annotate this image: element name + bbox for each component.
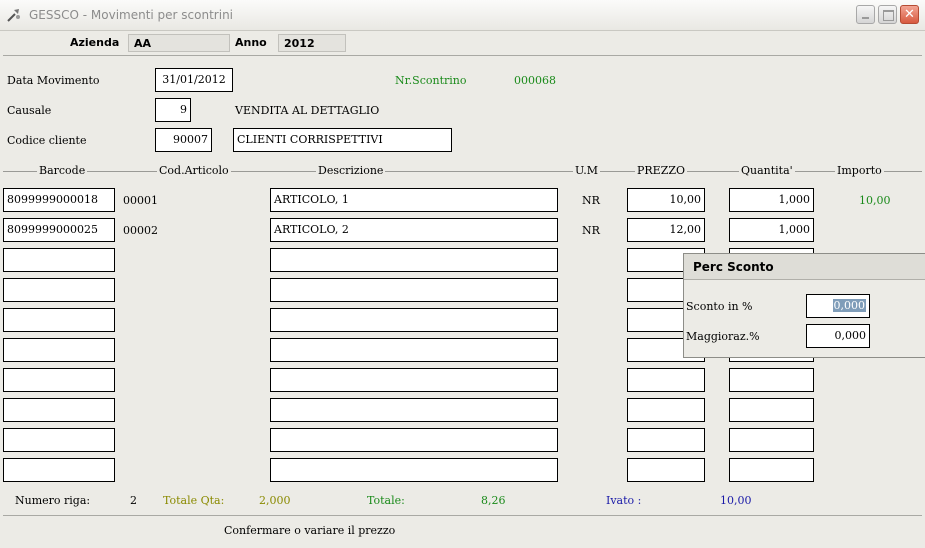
status-separator (3, 515, 922, 516)
barcode-field[interactable] (3, 398, 115, 422)
close-icon: ✕ (904, 7, 915, 22)
barcode-field[interactable] (3, 338, 115, 362)
col-barcode: Barcode (37, 164, 88, 177)
status-message: Confermare o variare il prezzo (224, 524, 396, 537)
prezzo-field[interactable] (627, 368, 705, 392)
barcode-field[interactable] (3, 368, 115, 392)
cod-articolo-text: 00002 (123, 224, 158, 237)
col-descrizione: Descrizione (316, 164, 386, 177)
maximize-button[interactable] (878, 5, 897, 24)
barcode-field[interactable] (3, 428, 115, 452)
minimize-icon (862, 17, 869, 19)
close-button[interactable]: ✕ (900, 5, 919, 24)
descrizione-field[interactable]: ARTICOLO, 1 (270, 188, 558, 212)
barcode-field[interactable] (3, 308, 115, 332)
prezzo-field[interactable] (627, 398, 705, 422)
numero-riga-value: 2 (130, 494, 137, 507)
descrizione-field[interactable] (270, 368, 558, 392)
prezzo-field[interactable] (627, 458, 705, 482)
col-quantita: Quantita' (739, 164, 795, 177)
window-title: GESSCO - Movimenti per scontrini (29, 8, 234, 22)
descrizione-field[interactable] (270, 338, 558, 362)
data-movimento-label: Data Movimento (7, 74, 100, 87)
quantita-field[interactable] (729, 458, 814, 482)
prezzo-field[interactable]: 12,00 (627, 218, 705, 242)
descrizione-field[interactable] (270, 458, 558, 482)
descrizione-field[interactable] (270, 278, 558, 302)
descrizione-field[interactable] (270, 308, 558, 332)
quantita-field[interactable] (729, 368, 814, 392)
importo-text: 10,00 (859, 194, 891, 207)
cod-articolo-text: 00001 (123, 194, 158, 207)
totale-value: 8,26 (481, 494, 506, 507)
prezzo-field[interactable] (627, 428, 705, 452)
totale-qta-value: 2,000 (259, 494, 291, 507)
quantita-field[interactable]: 1,000 (729, 188, 814, 212)
barcode-field[interactable] (3, 278, 115, 302)
perc-sconto-dialog: Perc Sconto Sconto in % 0,000 Maggioraz.… (683, 253, 925, 358)
minimize-button[interactable] (856, 5, 875, 24)
totale-label: Totale: (367, 494, 405, 507)
sconto-field[interactable]: 0,000 (806, 294, 870, 318)
barcode-field[interactable] (3, 248, 115, 272)
causale-description: VENDITA AL DETTAGLIO (235, 104, 380, 117)
grid-header: Barcode Cod.Articolo Descrizione U.M PRE… (3, 164, 922, 178)
col-um: U.M (573, 164, 601, 177)
maximize-icon (883, 10, 894, 21)
causale-field[interactable]: 9 (155, 98, 191, 122)
ivato-label: Ivato : (606, 494, 642, 507)
descrizione-field[interactable] (270, 428, 558, 452)
anno-label: Anno (235, 36, 267, 49)
quantita-field[interactable] (729, 398, 814, 422)
maggioraz-label: Maggioraz.% (686, 330, 760, 343)
barcode-field[interactable]: 8099999000018 (3, 188, 115, 212)
cliente-description-field: CLIENTI CORRISPETTIVI (233, 128, 452, 152)
descrizione-field[interactable]: ARTICOLO, 2 (270, 218, 558, 242)
quantita-field[interactable]: 1,000 (729, 218, 814, 242)
barcode-field[interactable]: 8099999000025 (3, 218, 115, 242)
app-icon (7, 9, 20, 22)
causale-label: Causale (7, 104, 52, 117)
barcode-field[interactable] (3, 458, 115, 482)
quantita-field[interactable] (729, 428, 814, 452)
col-cod-articolo: Cod.Articolo (157, 164, 231, 177)
col-prezzo: PREZZO (635, 164, 688, 177)
ivato-value: 10,00 (720, 494, 752, 507)
um-text: NR (582, 194, 600, 207)
anno-field: 2012 (278, 34, 346, 52)
nr-scontrino-label: Nr.Scontrino (395, 74, 467, 87)
maggioraz-field[interactable]: 0,000 (806, 324, 870, 348)
descrizione-field[interactable] (270, 248, 558, 272)
totale-qta-label: Totale Qta: (163, 494, 225, 507)
col-importo: Importo (835, 164, 884, 177)
codice-cliente-field[interactable]: 90007 (155, 128, 212, 152)
nr-scontrino-value: 000068 (514, 74, 556, 87)
sconto-value: 0,000 (832, 299, 866, 312)
sconto-label: Sconto in % (686, 300, 753, 313)
codice-cliente-label: Codice cliente (7, 134, 87, 147)
um-text: NR (582, 224, 600, 237)
dialog-title: Perc Sconto (684, 254, 925, 280)
data-movimento-field[interactable]: 31/01/2012 (155, 68, 233, 92)
azienda-label: Azienda (70, 36, 120, 49)
descrizione-field[interactable] (270, 398, 558, 422)
azienda-field: AA (128, 34, 230, 52)
title-bar: GESSCO - Movimenti per scontrini ✕ (0, 0, 925, 31)
prezzo-field[interactable]: 10,00 (627, 188, 705, 212)
numero-riga-label: Numero riga: (15, 494, 91, 507)
